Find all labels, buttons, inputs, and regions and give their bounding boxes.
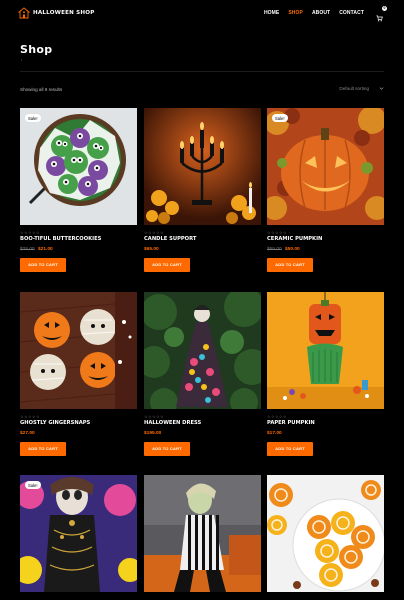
current-price: $17.00	[267, 431, 282, 436]
logo[interactable]: HALLOWEEN SHOP	[18, 7, 95, 19]
product-price: $55.00 $50.00	[267, 247, 300, 252]
product-title[interactable]: CANDLE SUPPORT	[144, 236, 196, 242]
product-image-gingersnaps[interactable]	[20, 292, 137, 409]
haunted-house-icon	[18, 7, 30, 19]
rating-stars: ☆☆☆☆☆	[144, 230, 164, 235]
nav-about[interactable]: ABOUT	[312, 10, 330, 16]
ceramic-pumpkin-image	[267, 108, 384, 225]
product-title[interactable]: BOO-TIFUL BUTTERCOOKIES	[20, 236, 101, 242]
current-price: $27.00	[20, 431, 35, 436]
rating-stars: ☆☆☆☆☆	[267, 230, 287, 235]
add-to-cart-button[interactable]: ADD TO CART	[144, 258, 190, 272]
add-to-cart-button[interactable]: ADD TO CART	[20, 442, 66, 456]
results-count: Showing all 9 results	[20, 87, 63, 92]
site-header: HALLOWEEN SHOP HOME SHOP ABOUT CONTACT 0	[0, 0, 404, 26]
product-image-costume-2[interactable]	[144, 475, 261, 592]
monster-cookies-image	[20, 108, 137, 225]
cart-count-badge: 0	[382, 6, 387, 11]
product-title[interactable]: PAPER PUMPKIN	[267, 420, 315, 426]
breadcrumb: •	[21, 58, 23, 62]
beetlejuice-costume-image	[144, 475, 261, 592]
halloween-dress-image	[144, 292, 261, 409]
add-to-cart-button[interactable]: ADD TO CART	[20, 258, 66, 272]
product-image-costume[interactable]	[20, 475, 137, 592]
current-price: $50.00	[285, 247, 300, 252]
sort-label: Default sorting	[339, 86, 369, 91]
cart-button[interactable]: 0	[376, 6, 387, 22]
add-to-cart-button[interactable]: ADD TO CART	[267, 442, 313, 456]
rating-stars: ☆☆☆☆☆	[20, 230, 40, 235]
product-price: $65.00	[144, 247, 159, 252]
candelabra-image	[144, 108, 261, 225]
sort-select[interactable]: Default sorting	[339, 86, 384, 91]
product-title[interactable]: GHOSTLY GINGERSNAPS	[20, 420, 90, 426]
old-price: $55.00	[267, 247, 282, 252]
add-to-cart-button[interactable]: ADD TO CART	[267, 258, 313, 272]
product-image-cookies-3[interactable]	[267, 475, 384, 592]
current-price: $195.00	[144, 431, 162, 436]
sale-badge: Sale!	[25, 481, 41, 489]
current-price: $65.00	[144, 247, 159, 252]
product-price: $27.00	[20, 431, 35, 436]
old-price: $25.00	[20, 247, 35, 252]
current-price: $21.00	[38, 247, 53, 252]
page-title: Shop	[20, 43, 53, 56]
product-title[interactable]: HALLOWEEN DRESS	[144, 420, 201, 426]
chevron-down-icon	[379, 87, 384, 90]
main-nav: HOME SHOP ABOUT CONTACT 0	[264, 6, 387, 22]
product-price: $25.00 $21.00	[20, 247, 53, 252]
divider	[20, 71, 384, 72]
cart-icon	[376, 15, 383, 22]
rating-stars: ☆☆☆☆☆	[144, 414, 164, 419]
product-image-paper-pumpkin[interactable]	[267, 292, 384, 409]
nav-home[interactable]: HOME	[264, 10, 279, 16]
product-title[interactable]: CERAMIC PUMPKIN	[267, 236, 322, 242]
sale-badge: Sale!	[25, 114, 41, 122]
swirl-cookies-image	[267, 475, 384, 592]
gingersnap-cookies-image	[20, 292, 137, 409]
nav-contact[interactable]: CONTACT	[339, 10, 364, 16]
paper-pumpkin-image	[267, 292, 384, 409]
product-image-buttercookies[interactable]	[20, 108, 137, 225]
sugar-skull-costume-image	[20, 475, 137, 592]
logo-text: HALLOWEEN SHOP	[33, 10, 95, 16]
product-image-halloween-dress[interactable]	[144, 292, 261, 409]
product-image-candle-support[interactable]	[144, 108, 261, 225]
product-price: $195.00	[144, 431, 161, 436]
nav-shop[interactable]: SHOP	[288, 10, 303, 16]
rating-stars: ☆☆☆☆☆	[20, 414, 40, 419]
product-image-ceramic-pumpkin[interactable]	[267, 108, 384, 225]
add-to-cart-button[interactable]: ADD TO CART	[144, 442, 190, 456]
rating-stars: ☆☆☆☆☆	[267, 414, 287, 419]
product-price: $17.00	[267, 431, 282, 436]
sale-badge: Sale!	[272, 114, 288, 122]
